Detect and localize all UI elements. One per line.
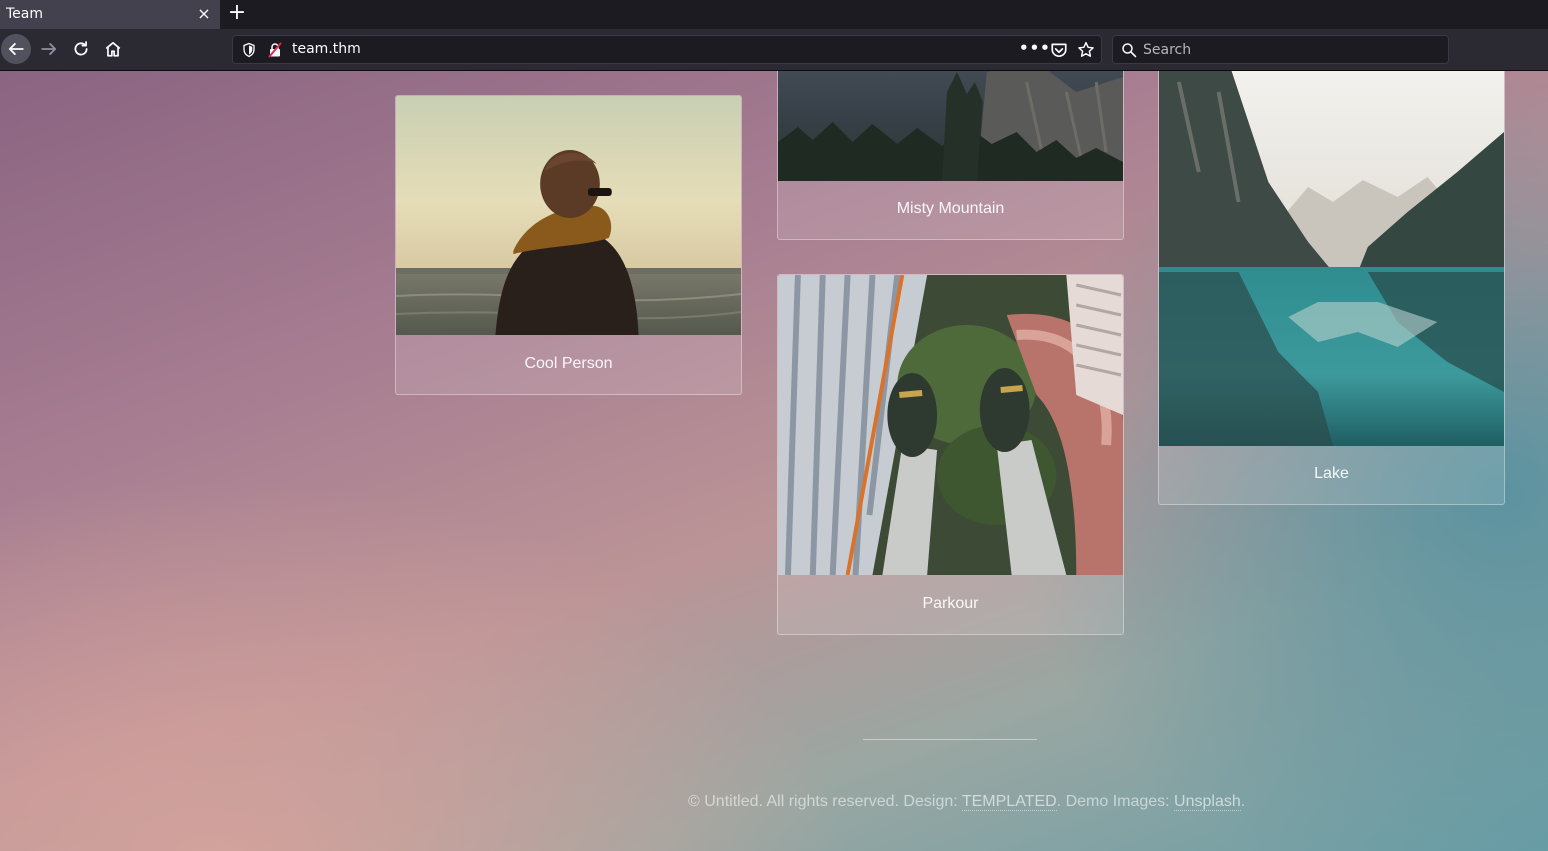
back-button[interactable] bbox=[1, 34, 31, 64]
page-actions-button[interactable]: ••• bbox=[1019, 36, 1050, 61]
home-button[interactable] bbox=[98, 34, 128, 64]
tab-title: Team bbox=[6, 6, 44, 22]
card-label: Parkour bbox=[922, 595, 979, 612]
feet-above-skyscrapers-image bbox=[778, 275, 1123, 575]
templated-link[interactable]: TEMPLATED bbox=[961, 793, 1057, 811]
arrow-right-icon bbox=[41, 43, 57, 55]
demo-images-text: . Demo Images: bbox=[1056, 793, 1175, 810]
url-bar[interactable]: team.thm ••• bbox=[232, 35, 1102, 64]
home-icon bbox=[105, 41, 121, 57]
arrow-left-icon bbox=[8, 43, 24, 55]
search-input[interactable] bbox=[1143, 37, 1433, 62]
footer-end: . bbox=[1240, 793, 1246, 810]
copyright-text: © Untitled. All rights reserved. Design: bbox=[688, 793, 962, 810]
insecure-lock-icon[interactable] bbox=[267, 42, 283, 58]
pocket-icon[interactable] bbox=[1050, 41, 1068, 59]
footer-copyright: © Untitled. All rights reserved. Design:… bbox=[688, 793, 1245, 811]
new-tab-button[interactable]: + bbox=[226, 0, 248, 28]
url-text[interactable]: team.thm bbox=[292, 36, 361, 63]
card-label: Lake bbox=[1314, 465, 1349, 482]
reload-button[interactable] bbox=[66, 34, 96, 64]
gallery-card-lake[interactable]: Lake bbox=[1158, 71, 1505, 505]
tab-bar: Team × + bbox=[0, 0, 1548, 29]
tab-team[interactable]: Team × bbox=[0, 0, 220, 29]
tab-close-button[interactable]: × bbox=[194, 0, 214, 28]
forward-button[interactable] bbox=[34, 34, 64, 64]
person-by-the-sea-image bbox=[396, 96, 741, 335]
gallery-card-misty-mountain[interactable]: Misty Mountain bbox=[777, 71, 1124, 240]
card-label: Misty Mountain bbox=[896, 200, 1005, 217]
gallery-card-parkour[interactable]: Parkour bbox=[777, 274, 1124, 635]
search-icon bbox=[1122, 43, 1137, 58]
footer-divider bbox=[863, 739, 1037, 740]
tracking-shield-icon[interactable] bbox=[241, 42, 257, 58]
search-bar[interactable] bbox=[1112, 35, 1449, 64]
gallery-card-cool-person[interactable]: Cool Person bbox=[395, 95, 742, 395]
page-viewport: Cool Person Misty Mountain Parkour Lake … bbox=[0, 71, 1548, 851]
card-label: Cool Person bbox=[524, 355, 613, 372]
forest-mountain-image bbox=[778, 71, 1123, 181]
reload-icon bbox=[74, 41, 88, 56]
unsplash-link[interactable]: Unsplash bbox=[1174, 793, 1241, 811]
mountain-lake-reflection-image bbox=[1159, 71, 1504, 446]
nav-toolbar: team.thm ••• bbox=[0, 29, 1548, 71]
bookmark-star-icon[interactable] bbox=[1077, 41, 1095, 59]
